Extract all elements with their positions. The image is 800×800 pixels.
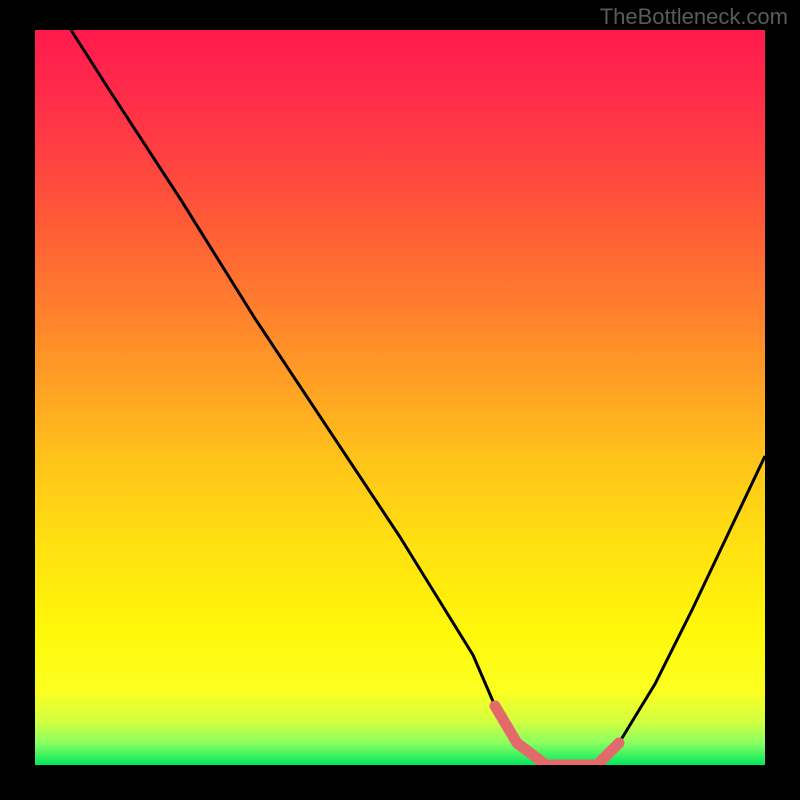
chart-plot-area	[35, 30, 765, 765]
chart-svg	[35, 30, 765, 765]
watermark-text: TheBottleneck.com	[600, 4, 788, 30]
bottleneck-curve-path	[71, 30, 765, 765]
highlight-segment-path	[495, 706, 619, 765]
